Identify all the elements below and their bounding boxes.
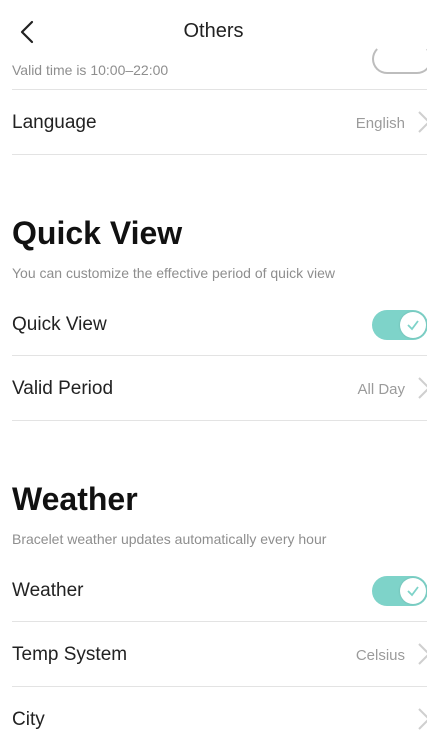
toggle-knob xyxy=(400,578,426,604)
weather-section-title: Weather xyxy=(12,481,138,517)
quick-view-section-title: Quick View xyxy=(12,215,183,251)
temp-system-row[interactable]: Temp System Celsius xyxy=(0,622,427,686)
toggle-knob xyxy=(400,312,426,338)
page-title: Others xyxy=(183,20,244,42)
valid-period-label: Valid Period xyxy=(12,378,114,399)
chevron-right-icon xyxy=(418,643,427,665)
temp-system-value: Celsius xyxy=(355,647,405,664)
language-label: Language xyxy=(12,112,97,133)
top-bar: Others xyxy=(0,0,427,62)
check-icon xyxy=(407,586,419,597)
chevron-right-icon xyxy=(418,708,427,730)
chevron-right-icon xyxy=(418,111,427,133)
weather-label: Weather xyxy=(12,580,84,601)
weather-toggle[interactable] xyxy=(372,576,427,606)
quick-view-description: You can customize the effective period o… xyxy=(12,265,335,281)
language-row[interactable]: Language English xyxy=(0,90,427,154)
valid-period-value: All Day xyxy=(357,381,405,398)
chevron-right-icon xyxy=(418,377,427,399)
language-value: English xyxy=(355,115,405,132)
temp-system-label: Temp System xyxy=(12,644,128,665)
divider xyxy=(12,154,427,155)
quick-view-row: Quick View xyxy=(0,293,427,355)
city-label: City xyxy=(12,709,45,730)
valid-time-text: Valid time is 10:00–22:00 xyxy=(12,62,169,78)
check-icon xyxy=(407,320,419,331)
partial-toggle[interactable] xyxy=(372,44,427,74)
weather-row: Weather xyxy=(0,559,427,621)
weather-description: Bracelet weather updates automatically e… xyxy=(12,531,327,547)
city-row[interactable]: City xyxy=(0,687,427,743)
valid-period-row[interactable]: Valid Period All Day xyxy=(0,356,427,420)
quick-view-toggle[interactable] xyxy=(372,310,427,340)
divider xyxy=(12,420,427,421)
quick-view-label: Quick View xyxy=(12,314,107,335)
